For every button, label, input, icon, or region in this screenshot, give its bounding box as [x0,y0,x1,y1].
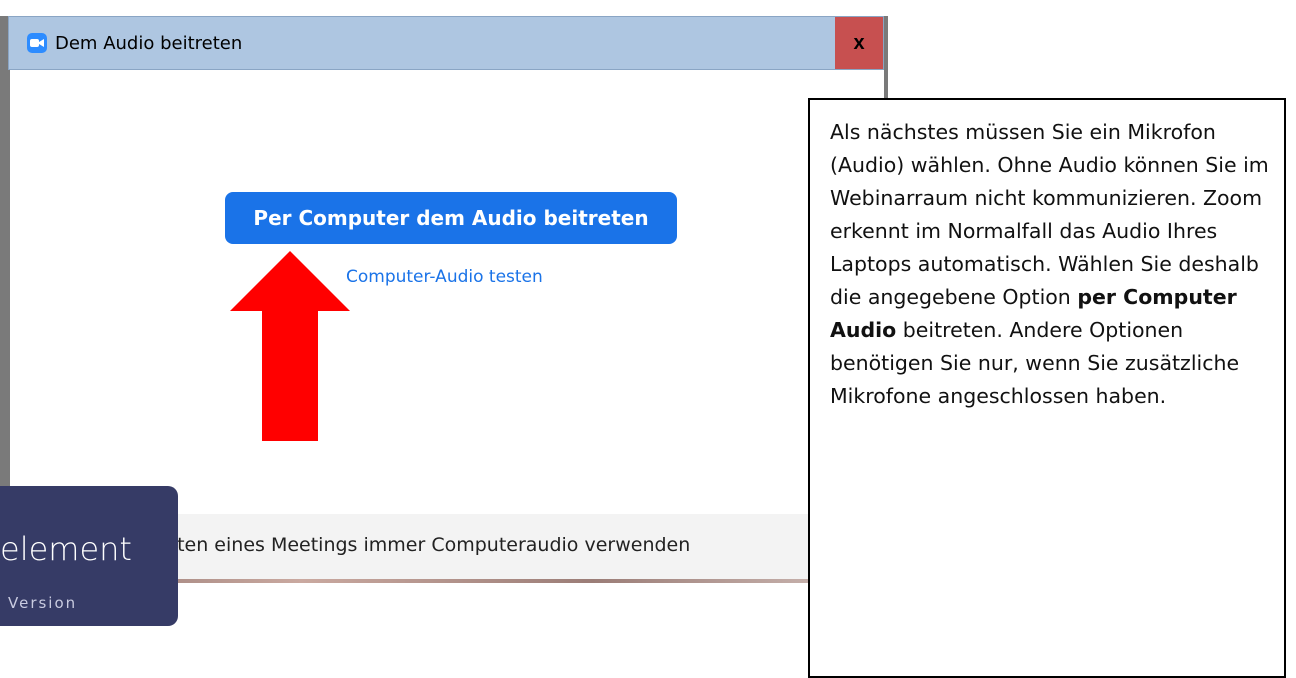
close-button[interactable]: x [835,17,883,69]
window-title: Dem Audio beitreten [55,33,243,54]
watermark-badge: element Version [0,486,178,626]
watermark-brand: element [0,530,132,568]
callout-text: Als nächstes müssen Sie ein Mikrofon (Au… [830,116,1270,413]
zoom-camera-icon [27,33,47,53]
callout-text-intro: Als nächstes müssen Sie ein Mikrofon (Au… [830,120,1269,309]
titlebar: Dem Audio beitreten x [8,16,884,70]
join-computer-audio-button[interactable]: Per Computer dem Audio beitreten [225,192,677,244]
watermark-subtitle: Version [8,594,78,612]
instruction-callout: Als nächstes müssen Sie ein Mikrofon (Au… [808,98,1286,678]
red-arrow-up-icon [230,251,350,441]
test-computer-audio-link[interactable]: Computer-Audio testen [346,267,543,287]
